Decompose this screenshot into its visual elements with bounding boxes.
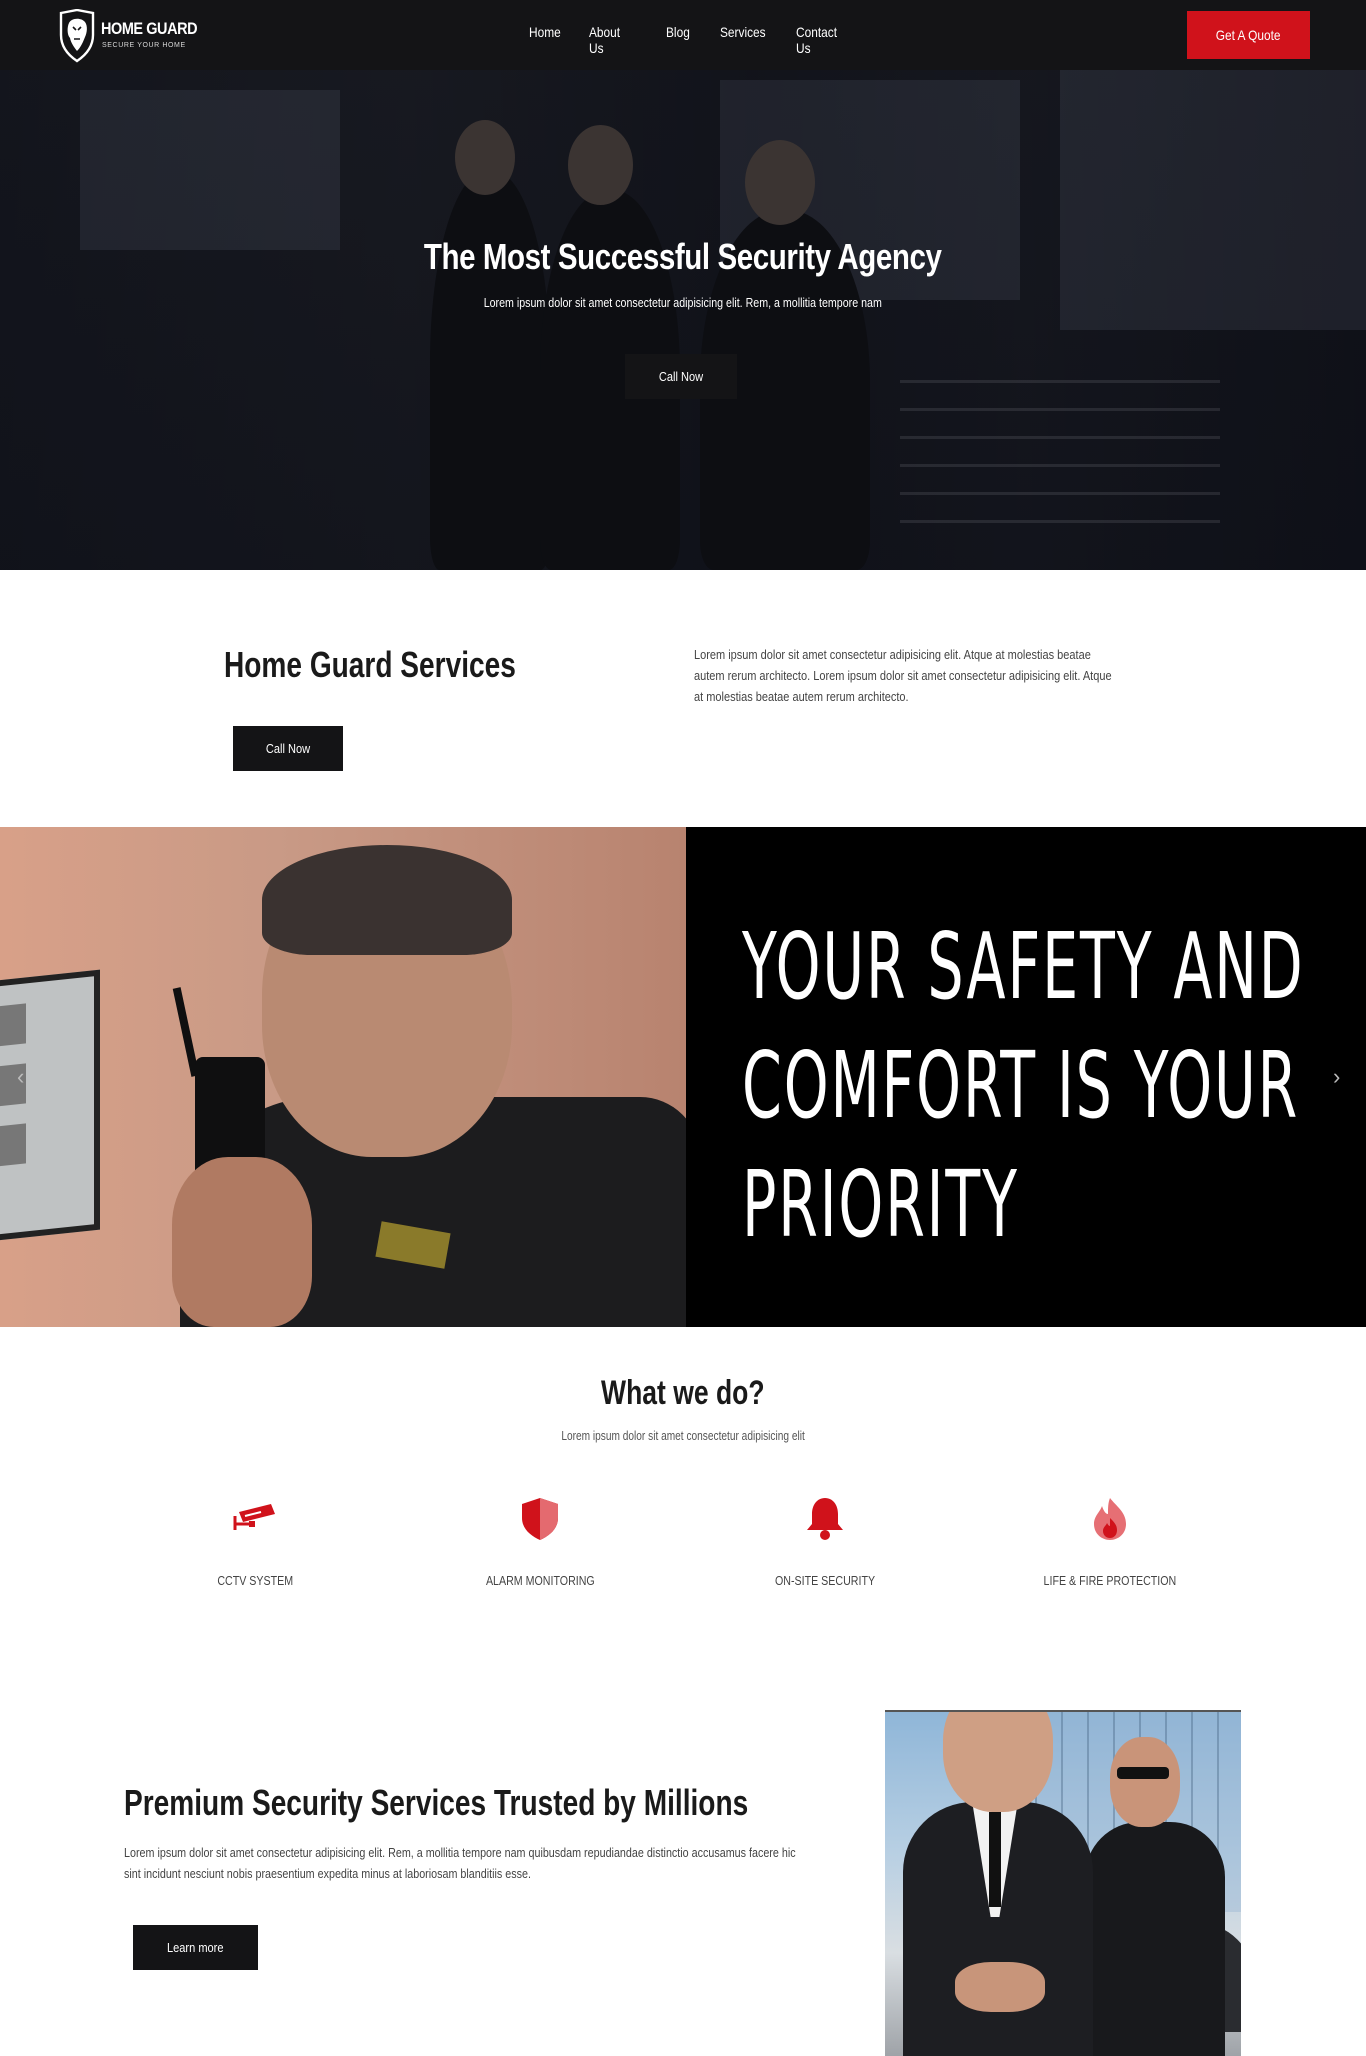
image-slider: YOUR SAFETY AND COMFORT IS YOUR PRIORITY… bbox=[0, 827, 1366, 1327]
cctv-camera-icon bbox=[233, 1504, 275, 1530]
services-description-line: Lorem ipsum dolor sit amet consectetur a… bbox=[694, 648, 1091, 662]
nav-link-contact-us[interactable]: Contact Us bbox=[796, 24, 837, 56]
learn-more-button[interactable]: Learn more bbox=[133, 1925, 258, 1970]
slide-headline-line: COMFORT IS YOUR bbox=[742, 1032, 1300, 1139]
feature-label: LIFE & FIRE PROTECTION bbox=[1043, 1573, 1177, 1588]
slide-headline: YOUR SAFETY AND COMFORT IS YOUR PRIORITY bbox=[742, 907, 1366, 1264]
nav-link-home[interactable]: Home bbox=[529, 24, 561, 40]
services-call-now-label: Call Now bbox=[265, 741, 311, 756]
hero-title: The Most Successful Security Agency bbox=[424, 236, 942, 277]
feature-label: ON-SITE SECURITY bbox=[774, 1573, 876, 1588]
slide-headline-line: PRIORITY bbox=[742, 1151, 1019, 1258]
get-a-quote-button[interactable]: Get A Quote bbox=[1187, 11, 1310, 59]
premium-section-title: Premium Security Services Trusted by Mil… bbox=[124, 1782, 749, 1823]
feature-label: ALARM MONITORING bbox=[485, 1573, 595, 1588]
hero-subtitle: Lorem ipsum dolor sit amet consectetur a… bbox=[483, 295, 883, 310]
hero-call-now-button[interactable]: Call Now bbox=[625, 354, 737, 399]
hero-call-now-label: Call Now bbox=[658, 369, 704, 384]
services-section-title: Home Guard Services bbox=[224, 644, 516, 685]
services-description: Lorem ipsum dolor sit amet consectetur a… bbox=[694, 645, 1144, 708]
services-description-line: autem rerum architecto. Lorem ipsum dolo… bbox=[694, 669, 1112, 683]
nav-link-services[interactable]: Services bbox=[720, 24, 766, 40]
top-navigation-bar: HOME GUARD SECURE YOUR HOME Home About U… bbox=[0, 0, 1366, 70]
feature-label: CCTV SYSTEM bbox=[217, 1573, 293, 1588]
what-we-do-subtitle: Lorem ipsum dolor sit amet consectetur a… bbox=[561, 1428, 805, 1443]
services-call-now-button[interactable]: Call Now bbox=[233, 726, 343, 771]
brand-logo[interactable]: HOME GUARD SECURE YOUR HOME bbox=[57, 9, 207, 63]
chevron-left-icon[interactable]: ‹ bbox=[17, 1064, 24, 1090]
fire-icon bbox=[1094, 1498, 1126, 1540]
feature-alarm-monitoring[interactable]: ALARM MONITORING bbox=[440, 1494, 640, 1588]
hero-banner: The Most Successful Security Agency Lore… bbox=[0, 70, 1366, 570]
nav-link-about-us[interactable]: About Us bbox=[589, 24, 620, 56]
feature-life-fire-protection[interactable]: LIFE & FIRE PROTECTION bbox=[1010, 1494, 1210, 1588]
what-we-do-title: What we do? bbox=[601, 1374, 765, 1412]
bodyguards-photo bbox=[885, 1710, 1241, 2056]
premium-description: Lorem ipsum dolor sit amet consectetur a… bbox=[124, 1843, 844, 1885]
bell-icon bbox=[807, 1498, 843, 1540]
chevron-right-icon[interactable]: › bbox=[1333, 1064, 1340, 1090]
learn-more-label: Learn more bbox=[167, 1940, 224, 1955]
lion-shield-logo-icon bbox=[59, 9, 95, 63]
nav-link-blog[interactable]: Blog bbox=[666, 24, 690, 40]
slide-text-panel: YOUR SAFETY AND COMFORT IS YOUR PRIORITY bbox=[686, 827, 1366, 1327]
shield-icon bbox=[522, 1498, 558, 1540]
slide-headline-line: YOUR SAFETY AND bbox=[742, 913, 1305, 1020]
premium-description-line: Lorem ipsum dolor sit amet consectetur a… bbox=[124, 1846, 796, 1860]
brand-name: HOME GUARD bbox=[101, 19, 198, 38]
brand-tagline: SECURE YOUR HOME bbox=[102, 42, 186, 49]
premium-description-line: sint incidunt nesciunt nobis praesentium… bbox=[124, 1867, 531, 1881]
services-description-line: at molestias beatae autem rerum architec… bbox=[694, 690, 909, 704]
slide-image-guard-with-radio bbox=[0, 827, 686, 1327]
feature-cctv-system[interactable]: CCTV SYSTEM bbox=[155, 1494, 355, 1588]
get-a-quote-label: Get A Quote bbox=[1216, 27, 1281, 43]
feature-on-site-security[interactable]: ON-SITE SECURITY bbox=[725, 1494, 925, 1588]
